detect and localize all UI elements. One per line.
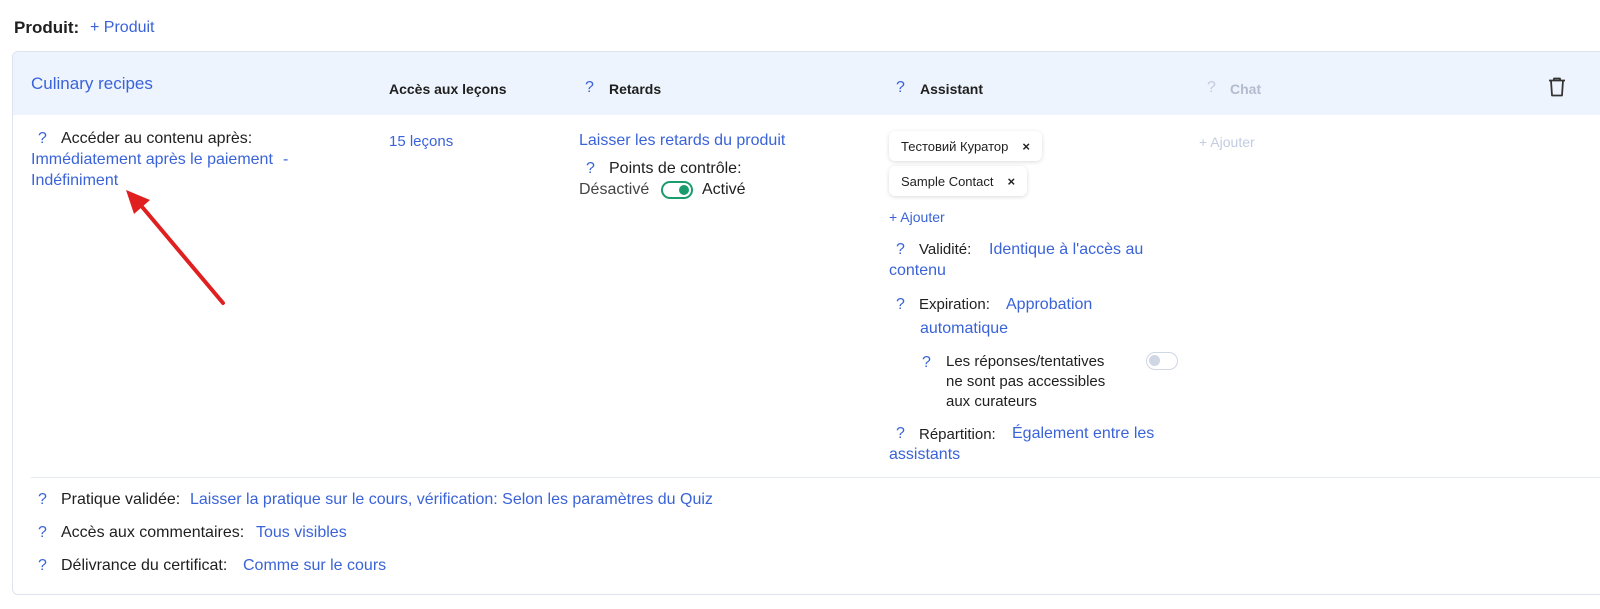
content-access-separator: - (283, 151, 289, 168)
help-icon[interactable]: ? (38, 524, 47, 542)
certificate-link[interactable]: Comme sur le cours (243, 557, 386, 575)
assistant-chip-name: Sample Contact (901, 173, 994, 189)
distribution-label: Répartition: (919, 426, 996, 443)
remove-icon[interactable]: × (1022, 139, 1030, 154)
header-assistant: Assistant (920, 81, 984, 97)
help-icon[interactable]: ? (896, 79, 905, 97)
header-chat: Chat (1230, 81, 1262, 97)
assistant-chip-name: Тестовий Куратор (901, 138, 1009, 154)
validity-link[interactable]: Identique à l'accès au (989, 241, 1143, 259)
content-access-start-link[interactable]: Immédiatement après le paiement (31, 151, 273, 169)
distribution-link-cont[interactable]: assistants (889, 446, 960, 464)
practice-link[interactable]: Laisser la pratique sur le cours, vérifi… (190, 491, 713, 509)
help-icon[interactable]: ? (896, 241, 905, 259)
toggle-knob (679, 185, 689, 195)
content-access-end-link[interactable]: Indéfiniment (31, 172, 118, 190)
help-icon: ? (1207, 79, 1216, 96)
red-arrow-annotation (126, 190, 225, 305)
checkpoints-off-label: Désactivé (579, 181, 650, 198)
help-icon[interactable]: ? (896, 425, 905, 443)
expiration-link[interactable]: Approbation (1006, 296, 1092, 314)
help-icon[interactable]: ? (896, 296, 905, 314)
remove-icon[interactable]: × (1008, 174, 1016, 189)
assistant-chip: Тестовий Куратор × (889, 131, 1042, 161)
certificate-label: Délivrance du certificat: (61, 557, 228, 574)
answers-access-toggle[interactable] (1146, 352, 1178, 370)
add-chat-link[interactable]: + Ajouter (1199, 134, 1255, 150)
header-delays: Retards (609, 81, 662, 97)
help-icon[interactable]: ? (38, 557, 47, 575)
content-access-label: Accéder au contenu après: (61, 130, 253, 147)
product-title-link[interactable]: Culinary recipes (31, 74, 153, 94)
help-icon[interactable]: ? (922, 354, 931, 372)
add-product-link[interactable]: + Produit (90, 19, 154, 37)
assistant-chip: Sample Contact × (889, 166, 1028, 196)
trash-icon[interactable] (1547, 76, 1567, 98)
add-assistant-link[interactable]: + Ajouter (889, 209, 945, 225)
checkpoints-toggle[interactable] (661, 181, 693, 199)
expiration-link-cont[interactable]: automatique (920, 320, 1008, 338)
help-icon[interactable]: ? (585, 79, 594, 97)
help-icon[interactable]: ? (38, 491, 47, 509)
answers-label-line3: aux curateurs (946, 393, 1037, 410)
card-divider (31, 477, 1600, 478)
checkpoints-on-label: Activé (702, 181, 746, 198)
header-lesson-access: Accès aux leçons (389, 81, 507, 97)
checkpoints-label: Points de contrôle: (609, 160, 742, 177)
help-icon[interactable]: ? (586, 160, 595, 178)
toggle-knob (1149, 355, 1160, 366)
comments-label: Accès aux commentaires: (61, 524, 245, 541)
validity-link-cont[interactable]: contenu (889, 262, 946, 280)
expiration-label: Expiration: (919, 296, 990, 313)
help-icon[interactable]: ? (38, 130, 47, 148)
delays-link[interactable]: Laisser les retards du produit (579, 132, 785, 150)
practice-label: Pratique validée: (61, 491, 181, 508)
comments-link[interactable]: Tous visibles (256, 524, 347, 542)
card-header (13, 52, 1600, 115)
lessons-count-link[interactable]: 15 leçons (389, 133, 453, 150)
validity-label: Validité: (919, 241, 972, 258)
product-label: Produit: (14, 18, 80, 37)
answers-label-line1: Les réponses/tentatives (946, 353, 1105, 370)
distribution-link[interactable]: Également entre les (1012, 425, 1154, 443)
answers-label-line2: ne sont pas accessibles (946, 373, 1106, 390)
